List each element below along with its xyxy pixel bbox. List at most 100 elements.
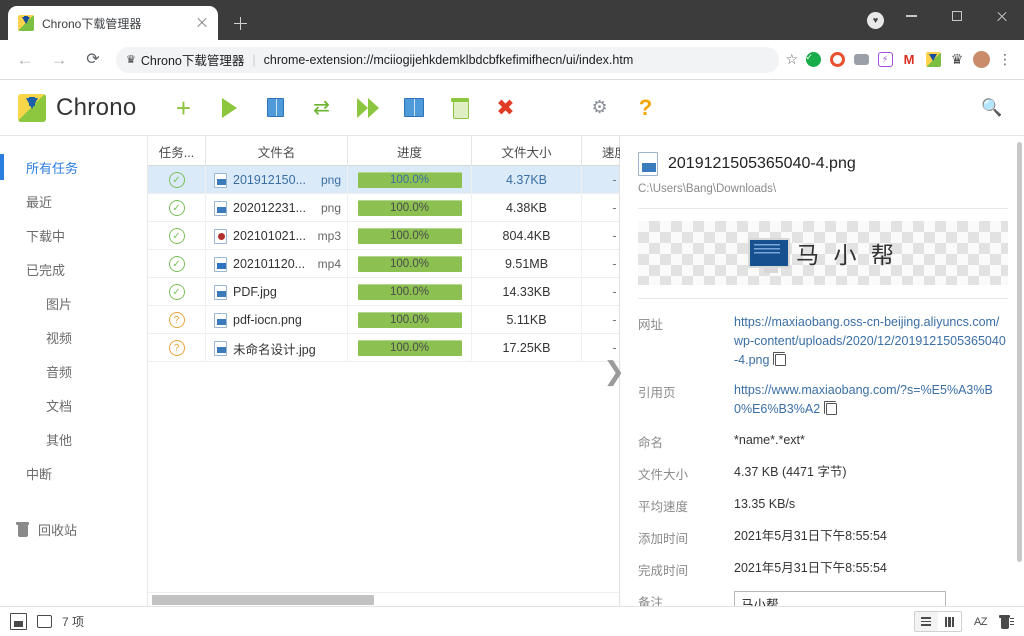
extension-chip-label: Chrono下载管理器 [140, 54, 245, 68]
maximize-button[interactable] [934, 0, 979, 32]
row-speed: - [582, 250, 619, 278]
file-preview: 马 小 帮 [638, 221, 1008, 285]
item-count: 7 项 [62, 615, 85, 629]
detail-field-url: 网址 https://maxiaobang.oss-cn-beijing.ali… [638, 313, 1008, 369]
row-progress: 100.0% [348, 334, 472, 362]
close-window-button[interactable] [979, 0, 1024, 32]
start-button[interactable] [217, 95, 243, 121]
profile-avatar[interactable] [970, 49, 992, 71]
row-filename-text: 201912150... [233, 173, 306, 187]
detail-scrollbar[interactable] [1017, 142, 1022, 562]
detail-field-label: 命名 [638, 435, 664, 450]
add-task-button[interactable]: + [171, 95, 197, 121]
table-row[interactable]: ✓ 202012231... png 100.0% 4.38KB - [148, 194, 619, 222]
clear-trash-icon[interactable] [999, 614, 1014, 630]
gray-extension-icon[interactable] [850, 49, 872, 71]
sidebar-item-videos[interactable]: 视频 [0, 320, 147, 354]
settings-button[interactable]: ⚙ [587, 95, 613, 121]
list-view-icon[interactable] [914, 612, 938, 631]
table-row[interactable]: ✓ 202101021... mp3 100.0% 804.4KB - [148, 222, 619, 250]
sidebar-item-completed[interactable]: 已完成 [0, 252, 147, 286]
row-status: ✓ [148, 194, 206, 222]
back-button[interactable]: ← [11, 46, 39, 74]
extension-icons: ✓ ⚡ M ♛ ⋮ [802, 49, 1016, 71]
horizontal-scrollbar[interactable] [148, 592, 619, 606]
start-all-button[interactable] [355, 95, 381, 121]
clear-button[interactable] [447, 95, 473, 121]
help-button[interactable]: ? [633, 95, 659, 121]
detail-path: C:\Users\Bang\Downloads\ [638, 183, 777, 195]
scrollbar-thumb[interactable] [152, 595, 374, 605]
row-speed: - [582, 194, 619, 222]
column-header-progress[interactable]: 进度 [348, 136, 472, 166]
orange-ring-icon[interactable] [826, 49, 848, 71]
row-filename-text: 202101021... [233, 229, 306, 243]
table-row[interactable]: ✓ PDF.jpg 100.0% 14.33KB - [148, 278, 619, 306]
detail-field-avg-speed: 平均速度 13.35 KB/s [638, 495, 1008, 515]
detail-field-note: 备注 [638, 590, 1008, 606]
search-icon[interactable]: 🔍 [980, 96, 1004, 120]
row-file-ext: mp3 [317, 229, 341, 243]
pause-all-button[interactable] [401, 95, 427, 121]
detail-field-value[interactable]: https://www.maxiaobang.com/?s=%E5%A3%B0%… [734, 381, 1008, 419]
retry-button[interactable]: ⇄ [309, 95, 335, 121]
bookmark-star-icon[interactable]: ☆ [785, 51, 798, 68]
note-input[interactable] [734, 590, 946, 606]
green-check-icon[interactable]: ✓ [802, 49, 824, 71]
detail-field-value[interactable]: https://maxiaobang.oss-cn-beijing.aliyun… [734, 313, 1008, 369]
reload-button[interactable]: ⟳ [79, 46, 107, 74]
browser-tab[interactable]: Chrono下载管理器 [8, 6, 218, 40]
sidebar-item-recycle-bin[interactable]: 回收站 [0, 512, 147, 546]
sidebar-item-documents[interactable]: 文档 [0, 388, 147, 422]
row-filesize: 4.38KB [472, 194, 582, 222]
row-status: ✓ [148, 166, 206, 194]
copy-icon[interactable] [823, 401, 838, 415]
trash-icon [16, 521, 29, 537]
progress-bar: 100.0% [357, 200, 462, 216]
sidebar-item-downloading[interactable]: 下载中 [0, 218, 147, 252]
sidebar-item-audio[interactable]: 音频 [0, 354, 147, 388]
address-bar[interactable]: ♛ Chrono下载管理器 | chrome-extension://mciio… [116, 46, 780, 73]
folder-icon[interactable] [37, 615, 52, 628]
violet-flash-icon[interactable]: ⚡ [874, 49, 896, 71]
capture-icon[interactable] [10, 613, 27, 630]
table-row[interactable]: ✓ 202101120... mp4 100.0% 9.51MB - [148, 250, 619, 278]
new-tab-button[interactable] [226, 9, 254, 37]
table-row[interactable]: ? 未命名设计.jpg 100.0% 17.25KB - [148, 334, 619, 362]
remove-button[interactable]: ✖ [493, 95, 519, 121]
status-bar-left: 7 项 [10, 613, 84, 630]
sidebar-item-label: 中断 [26, 466, 53, 482]
copy-icon[interactable] [772, 351, 787, 366]
sidebar-item-label: 其他 [46, 432, 73, 448]
row-filename: 202012231... png [206, 194, 348, 222]
chrono-extension-icon[interactable] [922, 49, 944, 71]
puzzle-extensions-icon[interactable]: ♛ [946, 49, 968, 71]
sort-button[interactable]: AZ [974, 616, 988, 628]
status-bar-right: AZ [913, 611, 1014, 632]
sidebar-item-interrupted[interactable]: 中断 [0, 456, 147, 490]
table-row[interactable]: ✓ 201912150... png 100.0% 4.37KB - [148, 166, 619, 194]
forward-button[interactable]: → [45, 46, 73, 74]
grid-view-icon[interactable] [937, 612, 961, 631]
row-filesize-text: 4.37KB [505, 173, 547, 187]
tab-close-icon[interactable] [194, 15, 210, 31]
column-header-status[interactable]: 任务... [148, 136, 206, 166]
minimize-button[interactable] [889, 0, 934, 32]
browser-window: Chrono下载管理器 ♥ ← → ⟳ ♛ Chrono下载管理器 | chro… [0, 0, 1024, 636]
window-controls [889, 0, 1024, 40]
gmail-icon[interactable]: M [898, 49, 920, 71]
detail-divider-2 [638, 298, 1008, 299]
table-row[interactable]: ? pdf-iocn.png 100.0% 5.11KB - [148, 306, 619, 334]
sidebar-item-all-tasks[interactable]: 所有任务 [0, 150, 147, 184]
column-header-filename[interactable]: 文件名 [206, 136, 348, 166]
sidebar-item-recent[interactable]: 最近 [0, 184, 147, 218]
sidebar-item-images[interactable]: 图片 [0, 286, 147, 320]
sidebar-item-others[interactable]: 其他 [0, 422, 147, 456]
chrome-menu-icon[interactable]: ⋮ [994, 49, 1016, 71]
detail-divider [638, 208, 1008, 209]
status-bar: 7 项 AZ [0, 606, 1024, 636]
panel-collapse-handle[interactable]: ❯ [603, 358, 625, 384]
pause-button[interactable] [263, 95, 289, 121]
column-header-filesize[interactable]: 文件大小 [472, 136, 582, 166]
detail-field-label: 完成时间 [638, 563, 689, 578]
